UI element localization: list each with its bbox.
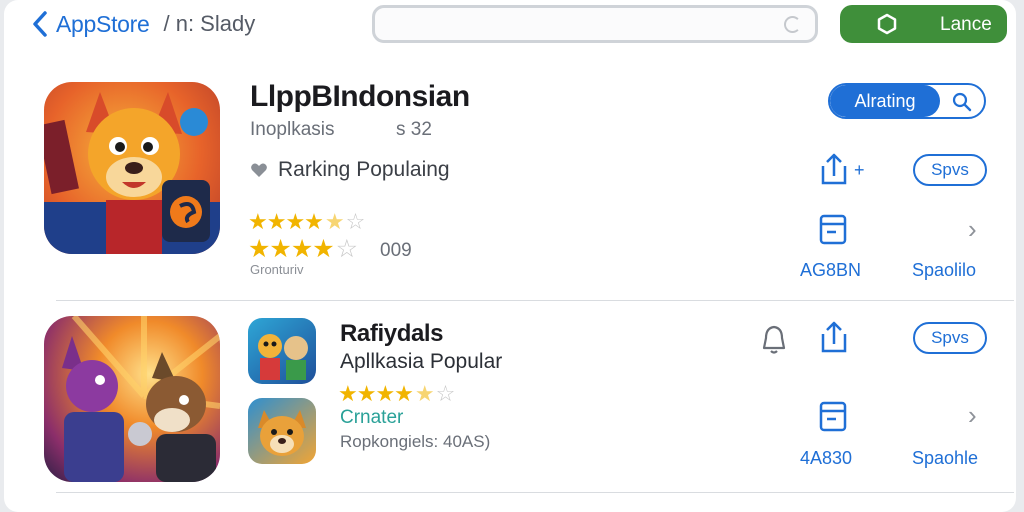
- calendar-icon[interactable]: [818, 212, 848, 246]
- share-icon[interactable]: [819, 320, 849, 354]
- spvs-button[interactable]: Spvs: [913, 154, 987, 186]
- dog-icon: [258, 410, 306, 456]
- app-icon-primary[interactable]: [44, 82, 220, 254]
- fighters-icon: [62, 316, 220, 482]
- app-title: LlppBIndonsian: [250, 80, 470, 113]
- heart-icon: [251, 163, 267, 177]
- bell-icon[interactable]: [759, 322, 789, 356]
- divider: [56, 300, 1014, 301]
- app-subtitle: Inoplkasis: [250, 119, 335, 140]
- app-icon-secondary[interactable]: [44, 316, 220, 482]
- divider: [56, 492, 1014, 493]
- thumbnail-dog[interactable]: [248, 398, 316, 464]
- app-link-label[interactable]: Spaolilo: [912, 260, 976, 281]
- back-button[interactable]: AppStore / n: Slady: [30, 10, 255, 38]
- spinner-icon: [784, 16, 801, 33]
- app-title-2: Rafiydals: [340, 320, 444, 347]
- developer-label: Gronturiv: [250, 262, 304, 277]
- ranking-label: Rarking Populaing: [278, 158, 450, 181]
- app-link-label-2[interactable]: Spaohle: [912, 448, 978, 469]
- toggle-label: Alrating: [830, 85, 940, 117]
- share-icon[interactable]: [819, 152, 849, 186]
- ranking-row: Rarking Populaing: [250, 158, 450, 182]
- search-icon[interactable]: [952, 92, 972, 112]
- rating-count: 009: [380, 240, 412, 261]
- star-rating: ★★★★ ★ ☆: [248, 209, 365, 234]
- star-rating-large: ★★★★ ☆: [248, 235, 358, 263]
- characters-icon: [258, 334, 308, 380]
- category-label: Crnater: [340, 407, 404, 428]
- chevron-right-icon[interactable]: ›: [968, 214, 977, 245]
- chevron-right-icon[interactable]: ›: [968, 400, 977, 431]
- breadcrumb: / n: Slady: [163, 11, 256, 36]
- hexagon-icon: [877, 13, 897, 35]
- lance-button-label: Lance: [940, 14, 992, 35]
- back-label: AppStore: [56, 10, 150, 37]
- rating-toggle[interactable]: Alrating: [828, 83, 986, 119]
- star-rating-2: ★★★★ ★ ☆: [338, 381, 455, 406]
- app-count: s 32: [396, 119, 432, 140]
- thumbnail-characters[interactable]: [248, 318, 316, 384]
- app-code-label-2[interactable]: 4A830: [800, 448, 852, 469]
- chevron-left-icon: [33, 11, 47, 37]
- app-code-label[interactable]: AG8BN: [800, 260, 861, 281]
- calendar-icon[interactable]: [818, 399, 848, 433]
- lance-button[interactable]: Lance: [840, 5, 1007, 43]
- rank-label: Ropkongiels: 40AS): [340, 432, 491, 451]
- plus-icon[interactable]: +: [854, 160, 865, 181]
- spvs-button-2[interactable]: Spvs: [913, 322, 987, 354]
- app-store-window: AppStore / n: Slady Lance LlppBIndonsian…: [4, 0, 1016, 512]
- search-input[interactable]: [372, 5, 818, 43]
- app-subtitle-2: Apllkasia Popular: [340, 350, 503, 373]
- fox-mascot-icon: [44, 92, 220, 254]
